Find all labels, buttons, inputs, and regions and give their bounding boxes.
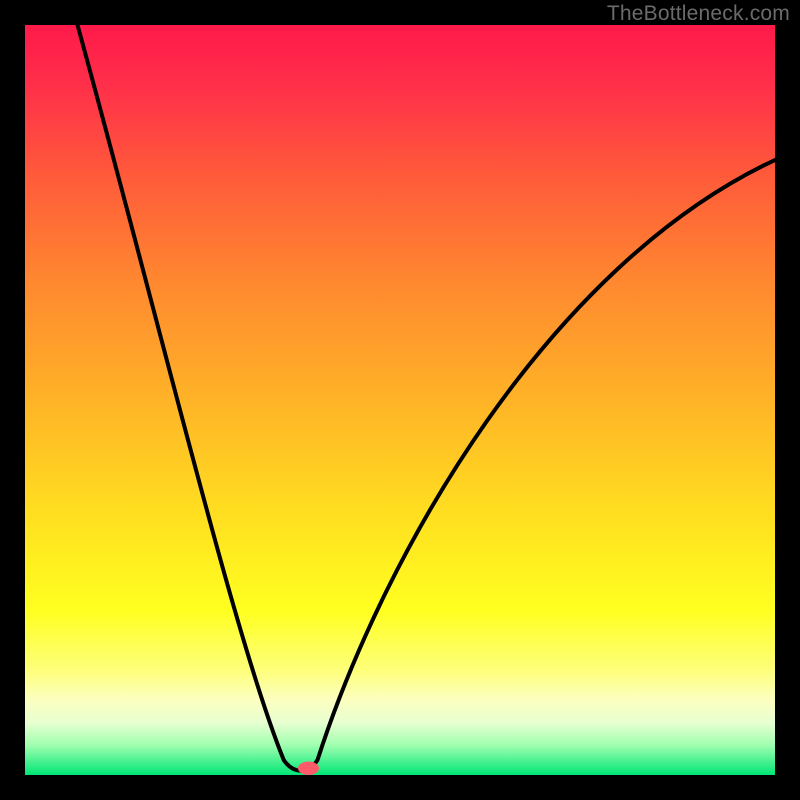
bottleneck-curve-chart bbox=[25, 25, 775, 775]
optimal-point-marker bbox=[298, 762, 319, 776]
plot-area bbox=[25, 25, 775, 775]
gradient-background bbox=[25, 25, 775, 775]
chart-container: TheBottleneck.com bbox=[0, 0, 800, 800]
attribution-text: TheBottleneck.com bbox=[607, 2, 790, 26]
